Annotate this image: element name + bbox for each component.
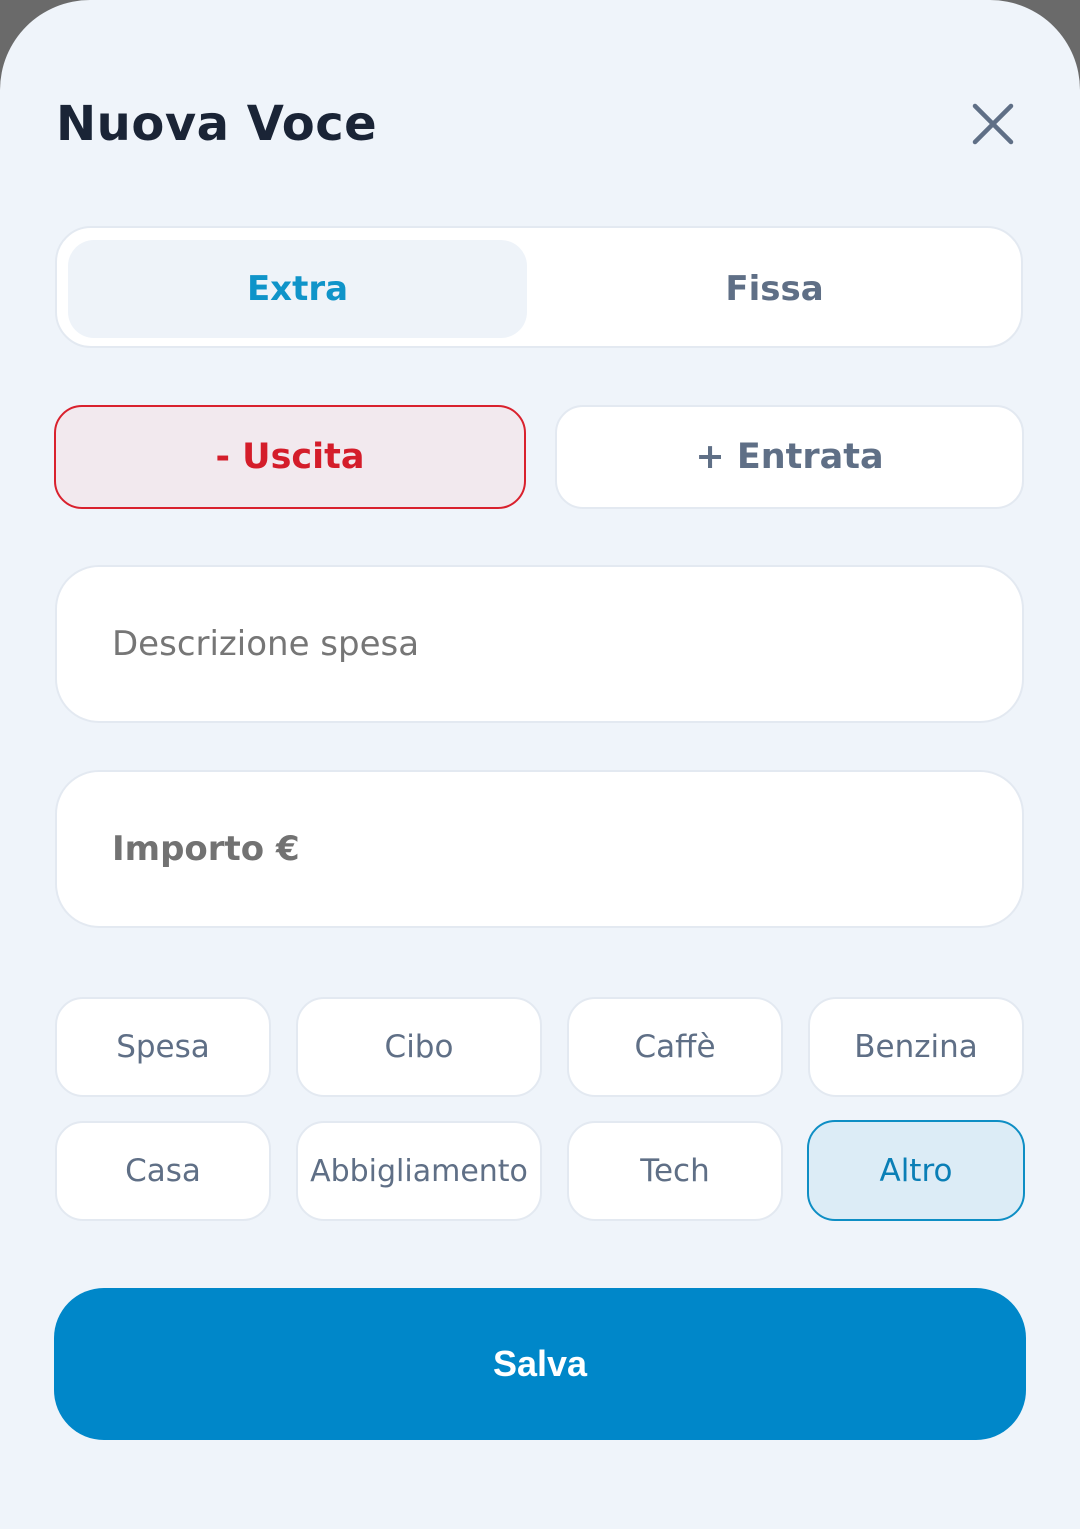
category-chip-spesa[interactable]: Spesa [55, 997, 271, 1097]
amount-input[interactable] [55, 770, 1024, 928]
category-chip-tech[interactable]: Tech [567, 1121, 783, 1221]
expense-toggle-button[interactable]: - Uscita [54, 405, 526, 509]
category-chip-abbigliamento[interactable]: Abbigliamento [296, 1121, 542, 1221]
save-button[interactable]: Salva [54, 1288, 1026, 1440]
income-toggle-button[interactable]: + Entrata [555, 405, 1024, 509]
tab-extra[interactable]: Extra [68, 240, 527, 338]
category-chip-benzina[interactable]: Benzina [808, 997, 1024, 1097]
category-chip-altro[interactable]: Altro [807, 1120, 1025, 1221]
category-chip-caffe[interactable]: Caffè [567, 997, 783, 1097]
close-button[interactable] [962, 94, 1022, 154]
frequency-segmented-control: Extra Fissa [55, 226, 1023, 348]
close-icon [972, 103, 1014, 145]
category-chip-cibo[interactable]: Cibo [296, 997, 542, 1097]
tab-fissa[interactable]: Fissa [537, 240, 1012, 338]
page-title: Nuova Voce [56, 96, 378, 152]
description-input[interactable] [55, 565, 1024, 723]
new-entry-sheet: Nuova Voce Extra Fissa - Uscita + Entrat… [0, 0, 1080, 1529]
category-chip-casa[interactable]: Casa [55, 1121, 271, 1221]
